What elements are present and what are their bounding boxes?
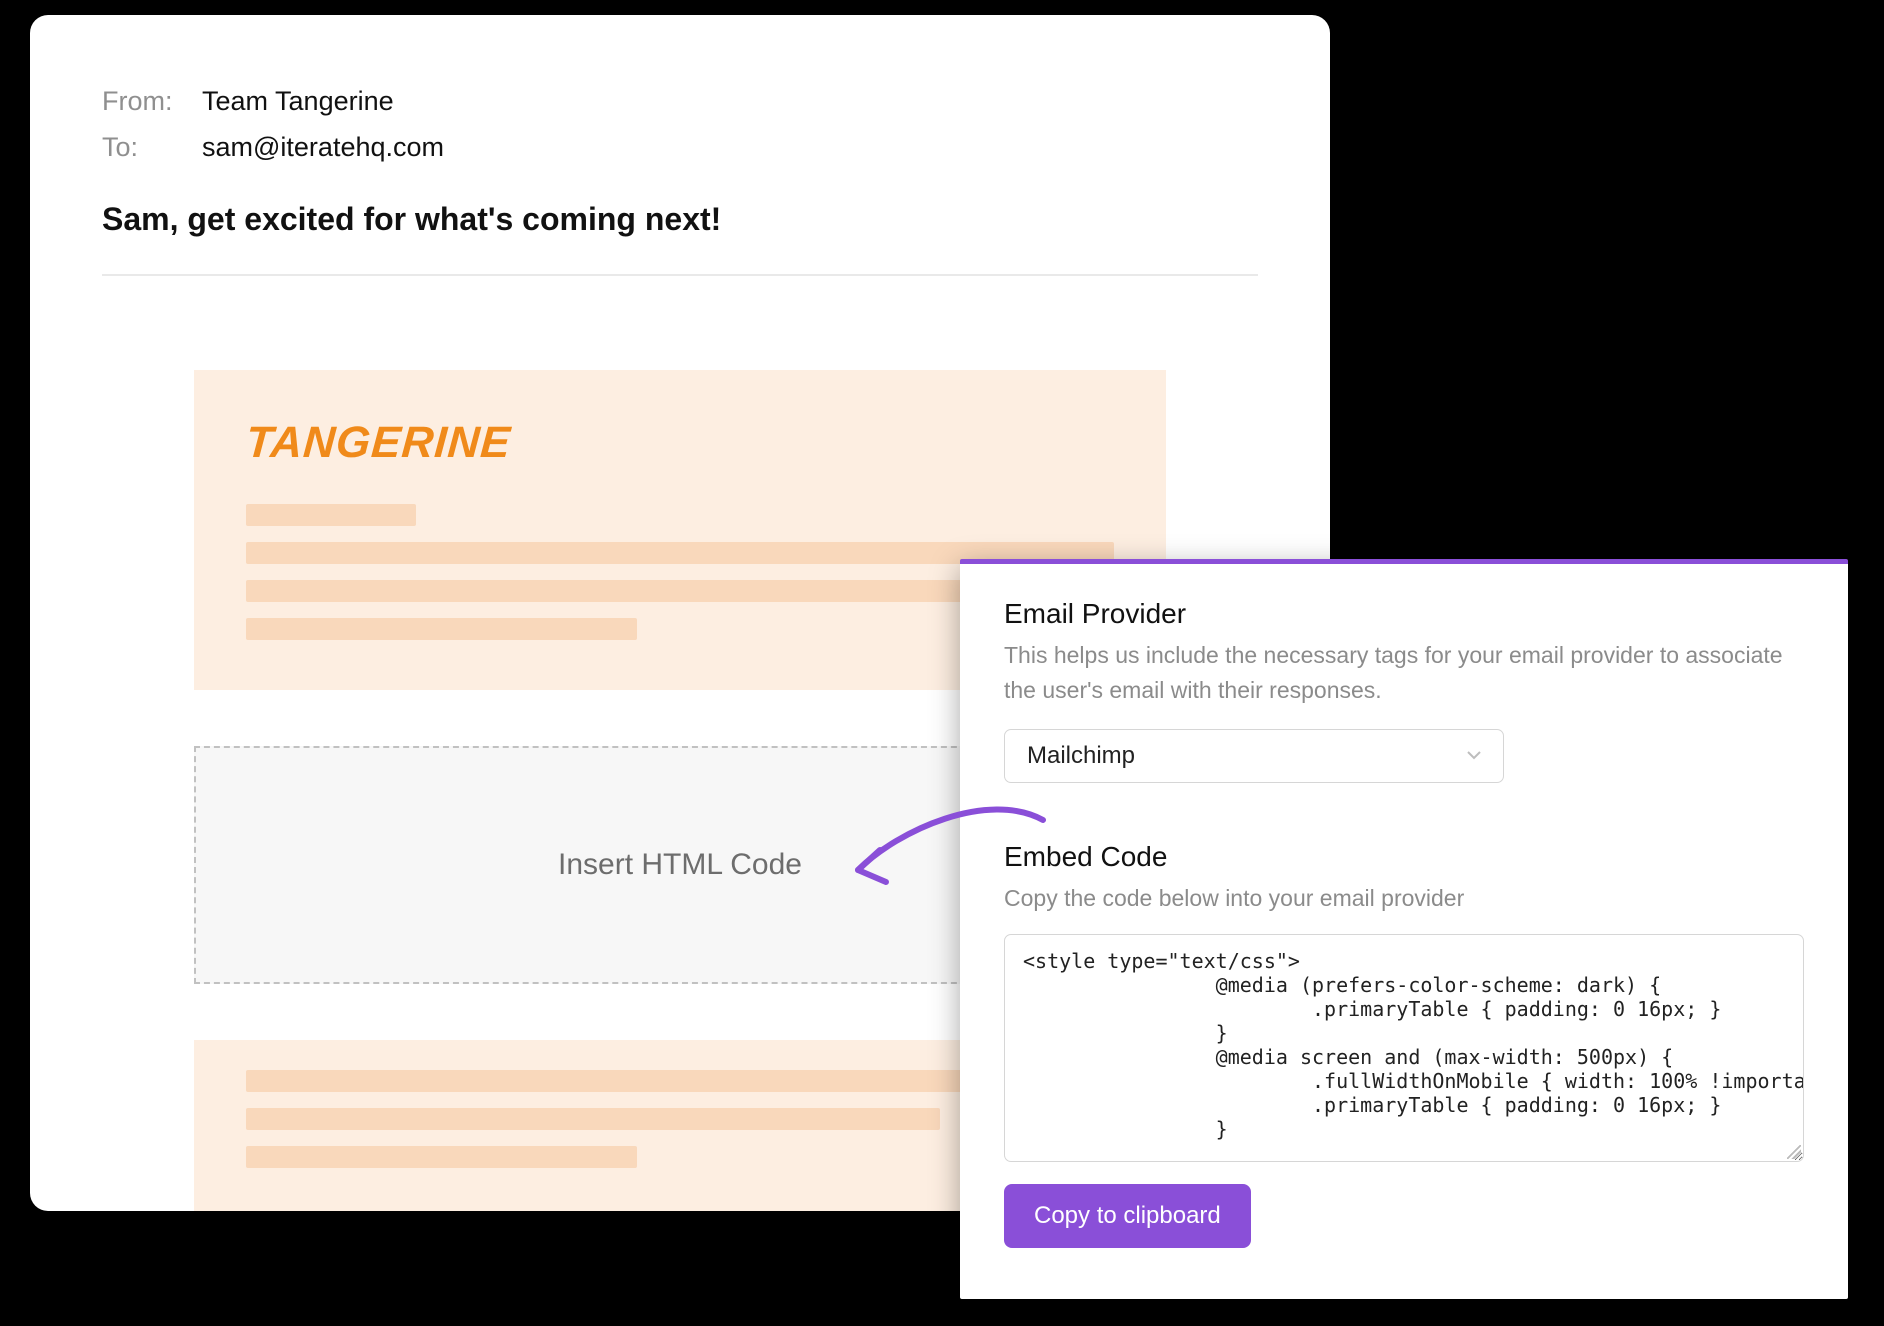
embed-code-section: Embed Code Copy the code below into your… bbox=[1004, 841, 1804, 1248]
to-label: To: bbox=[102, 125, 184, 171]
email-provider-title: Email Provider bbox=[1004, 598, 1804, 630]
copy-to-clipboard-button[interactable]: Copy to clipboard bbox=[1004, 1184, 1251, 1248]
email-from-row: From: Team Tangerine bbox=[102, 79, 1258, 125]
text-placeholder bbox=[246, 1108, 940, 1130]
email-provider-section: Email Provider This helps us include the… bbox=[1004, 598, 1804, 783]
to-value: sam@iteratehq.com bbox=[202, 125, 444, 171]
text-placeholder bbox=[246, 1146, 637, 1168]
email-provider-description: This helps us include the necessary tags… bbox=[1004, 638, 1804, 707]
email-provider-selected-value: Mailchimp bbox=[1027, 742, 1135, 770]
text-placeholder bbox=[246, 504, 416, 526]
email-subject: Sam, get excited for what's coming next! bbox=[102, 201, 1258, 238]
chevron-down-icon bbox=[1467, 747, 1481, 765]
from-label: From: bbox=[102, 79, 184, 125]
email-to-row: To: sam@iteratehq.com bbox=[102, 125, 1258, 171]
brand-logo-text: TANGERINE bbox=[244, 418, 512, 468]
embed-code-textarea[interactable]: <style type="text/css"> @media (prefers-… bbox=[1004, 934, 1804, 1162]
embed-code-title: Embed Code bbox=[1004, 841, 1804, 873]
from-value: Team Tangerine bbox=[202, 79, 394, 125]
email-provider-select[interactable]: Mailchimp bbox=[1004, 729, 1504, 783]
embed-code-description: Copy the code below into your email prov… bbox=[1004, 881, 1804, 916]
embed-settings-panel: Email Provider This helps us include the… bbox=[960, 559, 1848, 1299]
email-divider bbox=[102, 274, 1258, 276]
dropzone-label: Insert HTML Code bbox=[558, 848, 802, 882]
text-placeholder bbox=[246, 618, 637, 640]
